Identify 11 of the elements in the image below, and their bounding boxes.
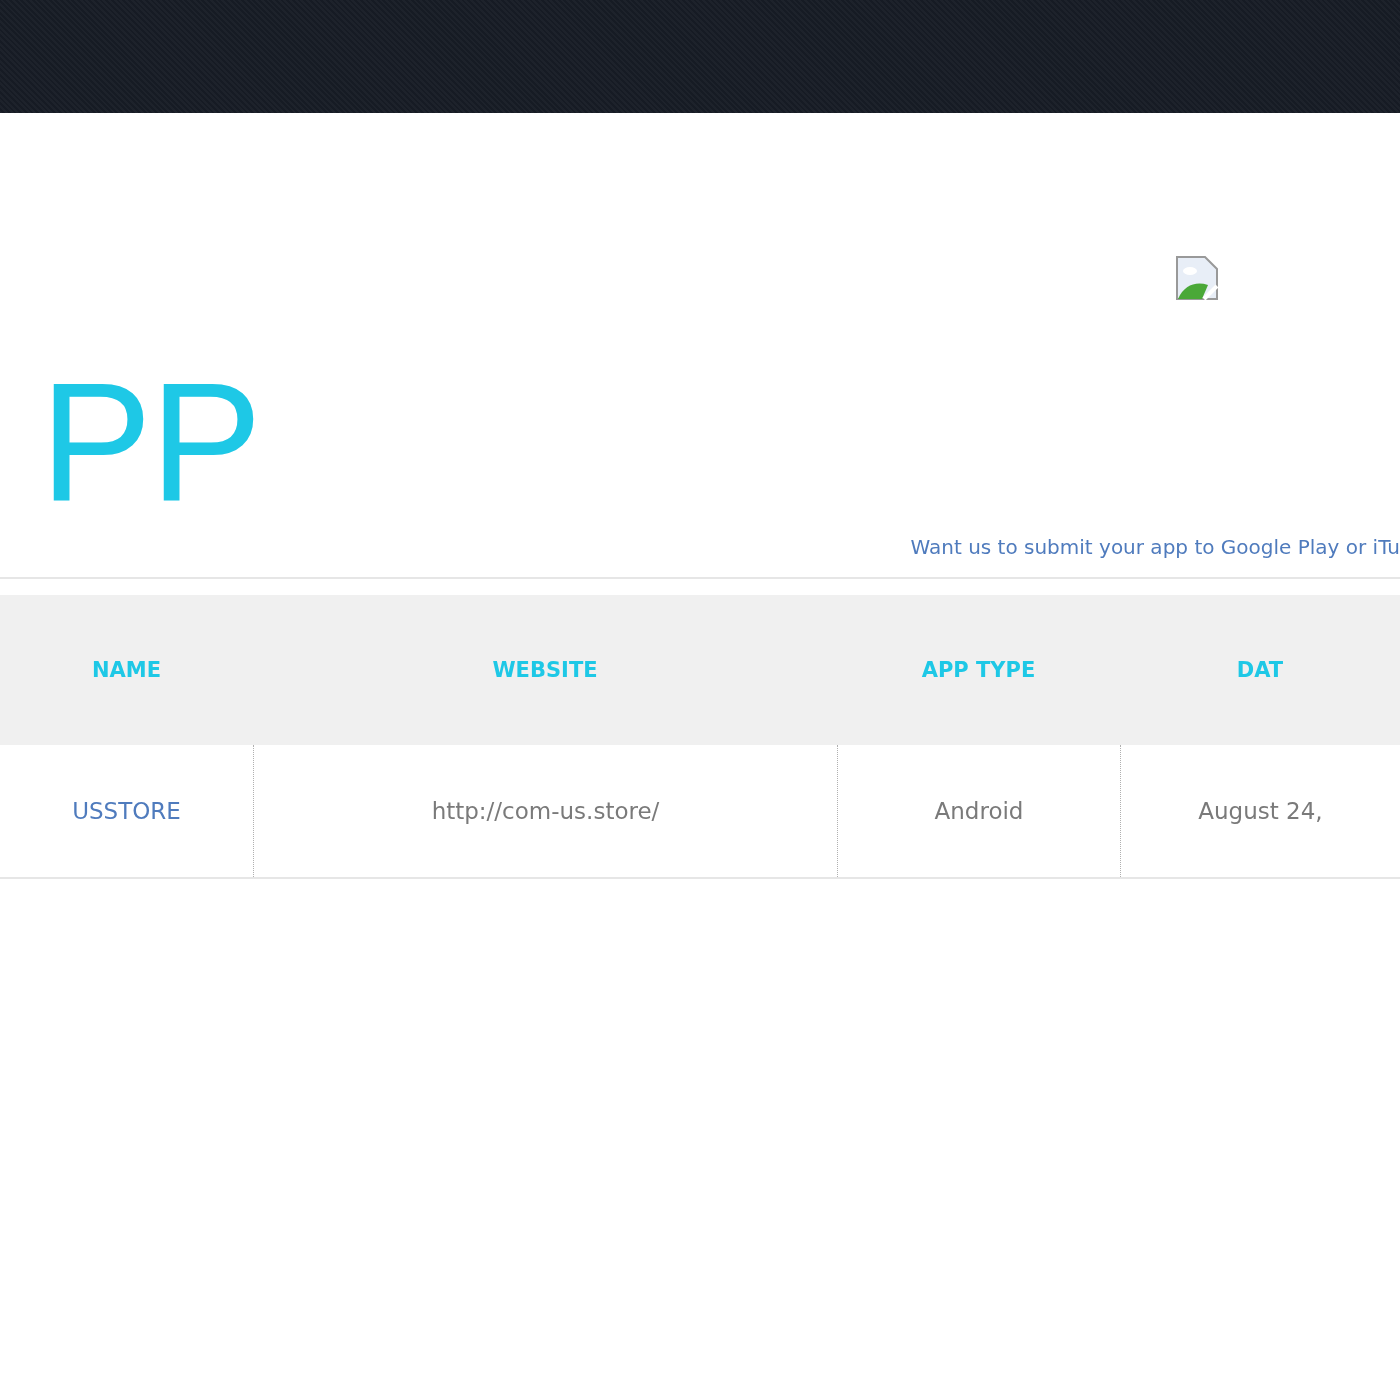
- table-cell: August 24,: [1120, 745, 1400, 877]
- column-header: NAME: [0, 595, 253, 745]
- column-header: APP TYPE: [837, 595, 1120, 745]
- table-cell-text: USSTORE: [71, 797, 182, 826]
- submit-app-link[interactable]: Want us to submit your app to Google Play or iTu: [910, 535, 1400, 559]
- column-header: DAT: [1120, 595, 1400, 745]
- broken-image-icon: [1174, 255, 1220, 301]
- page-heading: PP: [40, 367, 261, 517]
- column-header: WEBSITE: [253, 595, 837, 745]
- table-cell: Android: [837, 745, 1120, 877]
- table-cell: http://com-us.store/: [253, 745, 837, 877]
